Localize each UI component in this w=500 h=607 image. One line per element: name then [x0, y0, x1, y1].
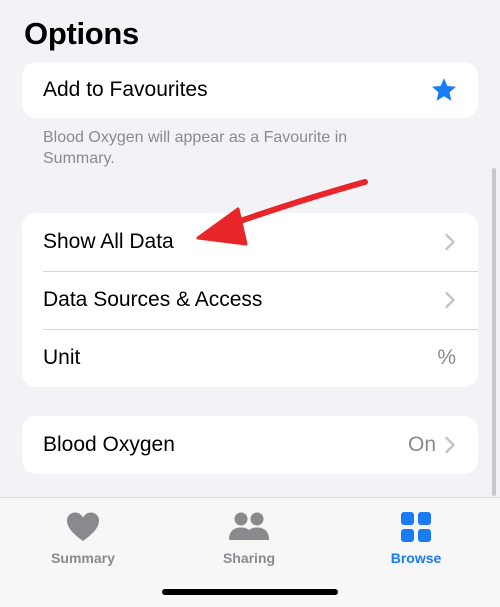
favourites-footnote: Blood Oxygen will appear as a Favourite … — [43, 129, 348, 167]
unit-label: Unit — [43, 346, 81, 369]
section-title: Options — [24, 16, 139, 51]
home-indicator[interactable] — [162, 589, 338, 595]
tab-browse[interactable]: Browse — [351, 511, 481, 566]
chevron-right-icon — [445, 233, 455, 251]
tab-summary[interactable]: Summary — [18, 511, 148, 566]
grid-icon — [401, 512, 431, 542]
data-sources-access-row[interactable]: Data Sources & Access — [22, 271, 478, 329]
data-sources-access-label: Data Sources & Access — [43, 288, 263, 311]
people-icon — [229, 512, 269, 540]
add-to-favourites-row[interactable]: Add to Favourites — [22, 62, 478, 118]
scroll-indicator[interactable] — [492, 168, 496, 496]
health-options-screen: Options Add to Favourites Blood Oxygen w… — [0, 0, 500, 607]
tab-sharing[interactable]: Sharing — [184, 511, 314, 566]
tab-browse-label: Browse — [390, 550, 442, 566]
star-icon[interactable] — [430, 76, 458, 104]
add-to-favourites-label: Add to Favourites — [43, 78, 208, 101]
show-all-data-row[interactable]: Show All Data — [22, 213, 478, 271]
chevron-right-icon — [445, 291, 455, 309]
tab-summary-label: Summary — [51, 550, 115, 566]
heart-icon — [67, 512, 99, 541]
tab-sharing-label: Sharing — [222, 550, 276, 566]
data-options-card: Show All Data Data Sources & Access Unit… — [22, 213, 478, 387]
unit-row[interactable]: Unit % — [22, 329, 478, 387]
blood-oxygen-label: Blood Oxygen — [43, 433, 175, 456]
chevron-right-icon — [445, 436, 455, 454]
unit-value: % — [437, 346, 456, 369]
favourites-card: Add to Favourites — [22, 62, 478, 118]
blood-oxygen-status: On — [407, 433, 436, 456]
show-all-data-label: Show All Data — [43, 230, 174, 253]
blood-oxygen-card: Blood Oxygen On — [22, 416, 478, 474]
blood-oxygen-row[interactable]: Blood Oxygen On — [22, 416, 478, 474]
